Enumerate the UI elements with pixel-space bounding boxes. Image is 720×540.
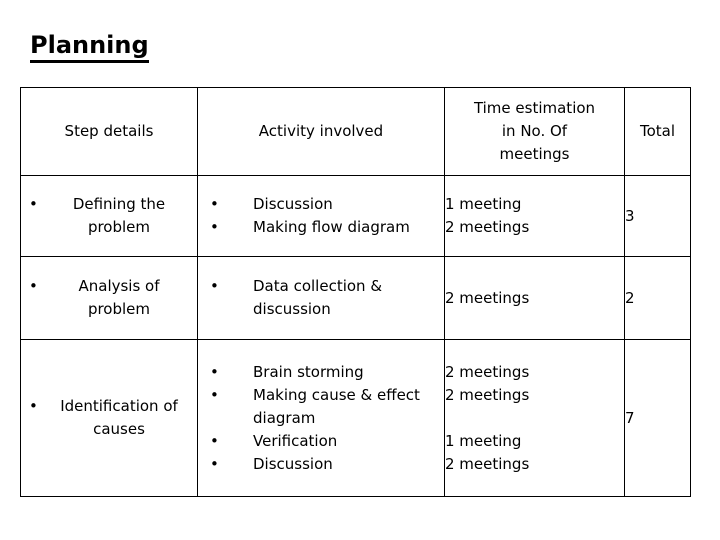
list-item: • Making flow diagram: [198, 216, 444, 239]
cell-time-estimation: 2 meetings: [444, 256, 625, 340]
bullet-icon: •: [210, 277, 219, 295]
cell-step-details: • Defining the problem: [20, 175, 198, 257]
list-item: • Verification: [198, 430, 444, 453]
time-value: 1 meeting: [445, 431, 522, 450]
list-item: • Making cause & effect diagram: [198, 384, 444, 430]
activity-text: Discussion: [253, 195, 333, 213]
time-value: 2 meetings: [445, 288, 530, 307]
time-estimation-line-3: meetings: [499, 145, 570, 163]
step-details-text: Defining the problem: [72, 195, 166, 236]
cell-time-estimation: 2 meetings 2 meetings 1 meeting 2 meetin…: [444, 339, 625, 497]
step-details-text: Analysis of problem: [78, 277, 160, 318]
cell-activity-involved: • Discussion • Making flow diagram: [197, 175, 445, 257]
cell-total: 3: [624, 175, 691, 257]
list-item: • Data collection & discussion: [198, 275, 444, 321]
time-estimation-line-2: in No. Of: [501, 122, 568, 140]
table-header-row: Step details Activity involved Time esti…: [20, 87, 691, 176]
bullet-icon: •: [210, 218, 219, 236]
column-header-total: Total: [624, 87, 691, 176]
cell-activity-involved: • Data collection & discussion: [197, 256, 445, 340]
bullet-icon: •: [210, 195, 219, 213]
bullet-icon: •: [210, 431, 219, 450]
column-header-activity-involved: Activity involved: [197, 87, 445, 176]
page-title-text: Planning: [30, 31, 149, 63]
activity-list: • Discussion • Making flow diagram: [198, 193, 444, 239]
planning-table: Step details Activity involved Time esti…: [20, 87, 691, 497]
activity-text: Verification: [253, 431, 338, 450]
bullet-icon: •: [29, 397, 38, 415]
activity-list: • Data collection & discussion: [198, 275, 444, 321]
time-value: 2 meetings: [445, 218, 530, 236]
time-value: 1 meeting: [445, 195, 522, 213]
cell-total: 2: [624, 256, 691, 340]
cell-step-details: • Analysis of problem: [20, 256, 198, 340]
list-item: • Discussion: [198, 193, 444, 216]
activity-text: Discussion: [253, 454, 333, 473]
activity-text: Making cause & effect diagram: [253, 385, 420, 427]
table-row: • Defining the problem • Discussion • Ma…: [20, 175, 691, 257]
table-row: • Analysis of problem • Data collection …: [20, 256, 691, 340]
time-value: 2 meetings: [445, 454, 530, 473]
cell-activity-involved: • Brain storming • Making cause & effect…: [197, 339, 445, 497]
bullet-icon: •: [29, 195, 38, 213]
column-header-step-details: Step details: [20, 87, 198, 176]
time-estimation-line-1: Time estimation: [473, 99, 596, 117]
column-header-time-estimation: Time estimation in No. Of meetings: [444, 87, 625, 176]
bullet-icon: •: [210, 454, 219, 473]
time-value: 2 meetings: [445, 385, 530, 404]
activity-list: • Brain storming • Making cause & effect…: [198, 361, 444, 476]
bullet-icon: •: [29, 277, 38, 295]
activity-text: Making flow diagram: [253, 218, 410, 236]
step-details-text: Identification of causes: [60, 397, 178, 438]
cell-step-details: • Identification of causes: [20, 339, 198, 497]
activity-text: Brain storming: [253, 362, 364, 381]
page-title: Planning: [30, 31, 149, 63]
cell-time-estimation: 1 meeting 2 meetings: [444, 175, 625, 257]
time-value-spacer: [445, 407, 624, 430]
bullet-icon: •: [210, 385, 219, 404]
list-item: • Discussion: [198, 453, 444, 476]
activity-text: Data collection & discussion: [253, 277, 383, 318]
list-item: • Brain storming: [198, 361, 444, 384]
table-row: • Identification of causes • Brain storm…: [20, 339, 691, 497]
bullet-icon: •: [210, 362, 219, 381]
cell-total: 7: [624, 339, 691, 497]
time-value: 2 meetings: [445, 362, 530, 381]
